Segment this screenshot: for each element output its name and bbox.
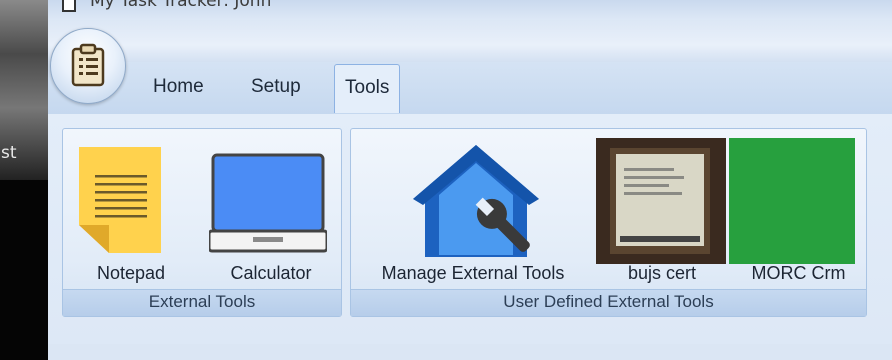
notepad-label: Notepad — [96, 263, 166, 283]
manage-external-tools-label: Manage External Tools — [381, 263, 565, 283]
quick-access-bar — [48, 20, 892, 62]
manage-external-tools-button[interactable]: Manage External Tools — [351, 129, 595, 289]
calculator-button[interactable]: Calculator — [199, 129, 343, 289]
desktop-background-dark — [0, 180, 48, 360]
group-external-tools: Notepad Calculator External Tools — [62, 128, 342, 317]
morc-crm-button[interactable]: MORC Crm — [729, 129, 868, 289]
tab-home[interactable]: Home — [153, 67, 204, 107]
bujs-cert-button[interactable]: bujs cert — [595, 129, 729, 289]
photo-thumbnail — [596, 138, 726, 264]
group-label-external-tools: External Tools — [63, 289, 341, 316]
group-user-defined-external-tools: Manage External Tools bujs cert MORC Crm — [350, 128, 867, 317]
notepad-icon — [79, 147, 161, 253]
desktop-text-fragment: st — [1, 143, 17, 163]
application-menu-button[interactable] — [50, 28, 126, 104]
tab-tools[interactable]: Tools — [334, 64, 401, 113]
app-icon — [62, 0, 76, 12]
group-label-user-defined-external-tools: User Defined External Tools — [351, 289, 866, 316]
window-bottom-edge — [48, 344, 892, 360]
app-window: My Task Tracker: John Home Setup Tools N… — [48, 0, 892, 360]
bujs-cert-label: bujs cert — [627, 263, 697, 283]
morc-crm-label: MORC Crm — [751, 263, 846, 283]
green-tile-icon — [729, 138, 855, 264]
calculator-label: Calculator — [230, 263, 312, 283]
window-title: My Task Tracker: John — [90, 0, 272, 11]
house-wrench-icon — [413, 145, 539, 257]
title-bar[interactable]: My Task Tracker: John — [48, 0, 892, 20]
clipboard-icon — [71, 43, 105, 87]
notepad-button[interactable]: Notepad — [63, 129, 199, 289]
calculator-icon — [209, 153, 327, 253]
ribbon-panel: Notepad Calculator External Tools Manage… — [48, 114, 892, 344]
tab-setup[interactable]: Setup — [251, 67, 301, 107]
